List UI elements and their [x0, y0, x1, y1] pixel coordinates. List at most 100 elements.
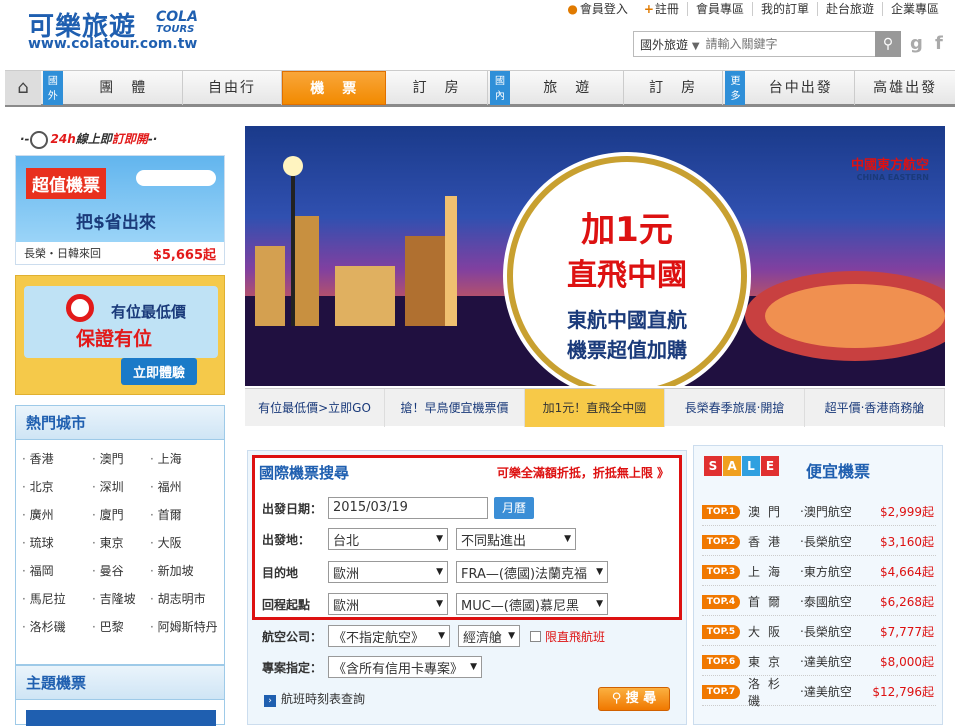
calendar-button[interactable]: 月曆: [494, 497, 535, 519]
site-logo[interactable]: 可樂旅遊 COLA TOURS www.colatour.com.tw: [28, 6, 208, 52]
corporate-link[interactable]: 企業專區: [881, 2, 947, 16]
city-link[interactable]: 北京: [22, 478, 92, 496]
city-link[interactable]: 澳門: [92, 450, 150, 468]
city-link[interactable]: 東京: [92, 534, 150, 552]
banner-tab-3[interactable]: 加1元！直飛全中國: [525, 389, 665, 427]
promo-24h: ·- 24h線上即訂即開-·: [20, 130, 157, 149]
project-select[interactable]: 《含所有信用卡專案》 ▼: [328, 656, 482, 678]
logo-url: www.colatour.com.tw: [28, 36, 198, 52]
hot-cities-title: 熱門城市: [16, 406, 224, 440]
city-link[interactable]: 香港: [22, 450, 92, 468]
ticket-airline: ‧東方航空: [800, 565, 852, 579]
theme-banner[interactable]: [26, 710, 216, 726]
nav-item-flights[interactable]: 機 票: [282, 71, 387, 105]
city-link[interactable]: 廣州: [22, 506, 92, 524]
clock-icon: [29, 130, 48, 149]
city-link[interactable]: 胡志明市: [150, 590, 226, 608]
cabin-class-select[interactable]: 經濟艙 ▼: [458, 625, 520, 647]
city-link[interactable]: 福岡: [22, 562, 92, 580]
nav-item-kaohsiung[interactable]: 高雄出發: [855, 71, 955, 105]
city-link[interactable]: 深圳: [92, 478, 150, 496]
discount-slogan-link[interactable]: 可樂全滿額折抵，折抵無上限 》: [497, 464, 669, 481]
hero-banner[interactable]: 加1元 直飛中國 東航中國直航 機票超值加購 中國東方航空 CHINA EASTE…: [245, 126, 945, 386]
cheap-tickets-panel: S A L E 便宜機票 TOP.1 澳門 ‧澳門航空 $2,999起 TOP.2 香港 ‧…: [693, 445, 943, 725]
nav-item-hotel[interactable]: 訂 房: [386, 71, 488, 105]
direct-flight-label[interactable]: 限直飛航班: [545, 628, 605, 645]
city-link[interactable]: 廈門: [92, 506, 150, 524]
home-icon[interactable]: ⌂: [5, 71, 41, 105]
nav-item-domestic-travel[interactable]: 旅 遊: [512, 71, 624, 105]
ad-subline: 把$省出來: [76, 213, 156, 233]
date-label: 出發日期：: [262, 501, 323, 516]
search-input[interactable]: [705, 37, 856, 51]
banner-tab-5[interactable]: 超平價‧香港商務艙: [805, 389, 945, 427]
return-city-select[interactable]: MUC—(德國)慕尼黑 ▼: [456, 593, 608, 615]
banner-tab-1[interactable]: 有位最低價>立即GO: [245, 389, 385, 427]
search-button[interactable]: ⚲: [875, 31, 901, 57]
login-link[interactable]: ● 會員登入: [559, 2, 636, 16]
banner-tab-4[interactable]: 長榮春季旅展‧開搶: [665, 389, 805, 427]
register-link[interactable]: +註冊: [636, 2, 687, 16]
nav-item-free-travel[interactable]: 自由行: [183, 71, 283, 105]
city-link[interactable]: 上海: [150, 450, 226, 468]
ticket-price: $2,999起: [880, 505, 934, 519]
taiwan-travel-link[interactable]: 赴台旅遊: [816, 2, 882, 16]
search-category-select[interactable]: 國外旅遊 ▼: [634, 36, 706, 53]
city-link[interactable]: 新加坡: [150, 562, 226, 580]
google-plus-icon[interactable]: g: [910, 33, 923, 54]
city-link[interactable]: 福州: [150, 478, 226, 496]
facebook-icon[interactable]: f: [935, 33, 943, 54]
rank-badge: TOP.5: [702, 624, 740, 639]
nav-item-domestic-hotel[interactable]: 訂 房: [624, 71, 724, 105]
theme-tickets-title: 主題機票: [16, 666, 224, 700]
city-link[interactable]: 巴黎: [92, 618, 150, 636]
route-mode-select[interactable]: 不同點進出 ▼: [456, 528, 576, 550]
ticket-price: $4,664起: [880, 565, 934, 579]
city-link[interactable]: 洛杉磯: [22, 618, 92, 636]
flight-search-button[interactable]: ⚲ 搜 尋: [598, 687, 670, 711]
destination-region-select[interactable]: 歐洲 ▼: [328, 561, 448, 583]
return-origin-label: 回程起點: [262, 597, 311, 612]
city-link[interactable]: 琉球: [22, 534, 92, 552]
chevron-down-icon: ▼: [436, 534, 443, 544]
cheap-ticket-item[interactable]: TOP.2 香港 ‧長榮航空 $3,160起: [702, 528, 936, 556]
destination-city-select[interactable]: FRA—(德國)法蘭克福 ▼: [456, 561, 608, 583]
city-link[interactable]: 阿姆斯特丹: [150, 618, 226, 636]
arrow-right-icon: ›: [264, 695, 276, 707]
ticket-city: 東京: [748, 655, 789, 669]
my-orders-link[interactable]: 我的訂單: [751, 2, 817, 16]
city-link[interactable]: 首爾: [150, 506, 226, 524]
promo-ad-cheap-tickets[interactable]: 超值機票 把$省出來 長榮・日韓來回 $5,665起: [15, 155, 225, 265]
airline-logo: 中國東方航空 CHINA EASTERN: [850, 158, 929, 182]
try-now-button[interactable]: 立即體驗: [121, 358, 198, 385]
chevron-down-icon: ▼: [508, 631, 515, 641]
magnifier-icon: [66, 294, 94, 322]
city-link[interactable]: 大阪: [150, 534, 226, 552]
city-link[interactable]: 吉隆坡: [92, 590, 150, 608]
chevron-down-icon: ▼: [438, 631, 445, 641]
banner-tab-2[interactable]: 搶！早鳥便宜機票價: [385, 389, 525, 427]
cheap-ticket-item[interactable]: TOP.4 首爾 ‧泰國航空 $6,268起: [702, 588, 936, 616]
cheap-ticket-item[interactable]: TOP.1 澳門 ‧澳門航空 $2,999起: [702, 498, 936, 526]
return-region-select[interactable]: 歐洲 ▼: [328, 593, 448, 615]
chevron-down-icon: ▼: [470, 662, 477, 672]
nav-tag-overseas: 國外: [42, 71, 63, 105]
chevron-down-icon: ▼: [564, 534, 571, 544]
nav-item-taichung[interactable]: 台中出發: [747, 71, 856, 105]
nav-tag-more[interactable]: 更多: [725, 71, 746, 105]
timetable-link[interactable]: › 航班時刻表查詢: [264, 690, 365, 707]
cheap-ticket-item[interactable]: TOP.6 東京 ‧達美航空 $8,000起: [702, 648, 936, 676]
cheap-ticket-item[interactable]: TOP.3 上海 ‧東方航空 $4,664起: [702, 558, 936, 586]
departure-date-input[interactable]: 2015/03/19: [328, 497, 488, 519]
from-label: 出發地：: [262, 532, 311, 547]
member-area-link[interactable]: 會員專區: [686, 2, 752, 16]
cheap-ticket-item[interactable]: TOP.7 洛杉磯 ‧達美航空 $12,796起: [702, 677, 936, 708]
city-link[interactable]: 馬尼拉: [22, 590, 92, 608]
airline-select[interactable]: 《不指定航空》 ▼: [328, 625, 450, 647]
city-link[interactable]: 曼谷: [92, 562, 150, 580]
origin-select[interactable]: 台北 ▼: [328, 528, 448, 550]
nav-item-group[interactable]: 團 體: [65, 71, 183, 105]
promo-ad-lowest-price[interactable]: 有位最低價 保證有位 立即體驗: [15, 275, 225, 395]
cheap-ticket-item[interactable]: TOP.5 大阪 ‧長榮航空 $7,777起: [702, 618, 936, 646]
direct-flight-checkbox[interactable]: [530, 630, 541, 642]
